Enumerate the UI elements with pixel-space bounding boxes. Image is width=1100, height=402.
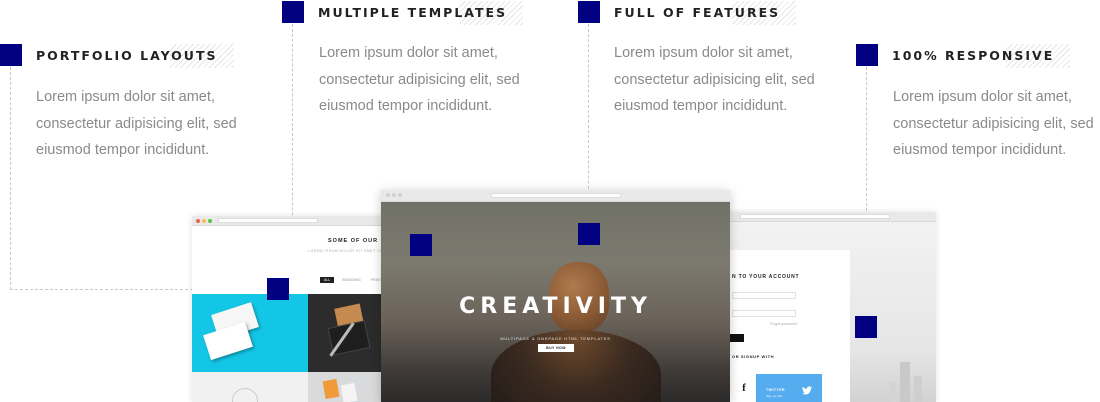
filter-all[interactable]: ALL [320,277,335,283]
forgot-password-link[interactable]: Forgot password? [770,322,798,326]
facebook-icon: f [742,382,746,394]
hero-browser-mockup: CREATIVITY MULTIPAGE & ONEPAGE HTML TEMP… [381,190,730,402]
buy-now-button[interactable]: BUY NOW [538,344,574,352]
hero-image: CREATIVITY MULTIPAGE & ONEPAGE HTML TEMP… [381,202,730,402]
hero-subtitle: MULTIPAGE & ONEPAGE HTML TEMPLATES [500,336,611,341]
portfolio-subheading: LOREM IPSUM DOLOR SIT AMET CONS [308,249,390,253]
feature-description: Lorem ipsum dolor sit amet, consectetur … [614,45,815,114]
portfolio-tile-business-cards[interactable] [192,294,308,372]
feature-title: PORTFOLIO LAYOUTS [22,44,234,68]
accent-marker-features [578,223,600,245]
feature-marker [282,1,304,23]
twitter-button[interactable]: TWITTER Sign up with [756,374,822,402]
twitter-label: TWITTER [766,388,786,392]
accent-marker-responsive [855,316,877,338]
feature-marker [0,44,22,66]
twitter-sublabel: Sign up with [766,394,783,398]
feature-description: Lorem ipsum dolor sit amet, consectetur … [893,89,1094,158]
feature-marker [856,44,878,66]
feature-description: Lorem ipsum dolor sit amet, consectetur … [319,45,520,114]
feature-title: FULL OF FEATURES [600,1,797,25]
portfolio-tile-stationery[interactable] [308,294,392,372]
accent-marker-portfolio [267,278,289,300]
login-field-email[interactable] [732,292,796,299]
login-panel: N TO YOUR ACCOUNT Forgot password? OR SI… [716,250,850,402]
accent-marker-templates [410,234,432,256]
signup-label: OR SIGNUP WITH [732,354,775,359]
hero-title: CREATIVITY [459,294,652,319]
feature-marker [578,1,600,23]
feature-title: 100% RESPONSIVE [878,44,1071,68]
browser-chrome [192,216,392,226]
portfolio-tile-seal[interactable] [192,372,308,402]
browser-chrome [381,190,730,202]
feature-description: Lorem ipsum dolor sit amet, consectetur … [36,89,237,158]
guide-portfolio-vertical [10,67,11,290]
login-heading: N TO YOUR ACCOUNT [732,274,800,280]
browser-chrome [716,212,936,222]
login-field-password[interactable] [732,310,796,317]
filter-branding[interactable]: BRANDING [340,277,362,283]
facebook-button[interactable]: f [732,374,756,402]
portfolio-tile-cards[interactable] [308,372,392,402]
login-browser-mockup: N TO YOUR ACCOUNT Forgot password? OR SI… [716,212,936,402]
portfolio-browser-mockup: SOME OF OUR PR LOREM IPSUM DOLOR SIT AME… [192,216,392,402]
guide-templates-vertical [292,24,293,245]
portfolio-filters: ALL BRANDING PRINT [320,277,383,283]
twitter-icon [802,382,812,400]
feature-title: MULTIPLE TEMPLATES [304,1,524,25]
